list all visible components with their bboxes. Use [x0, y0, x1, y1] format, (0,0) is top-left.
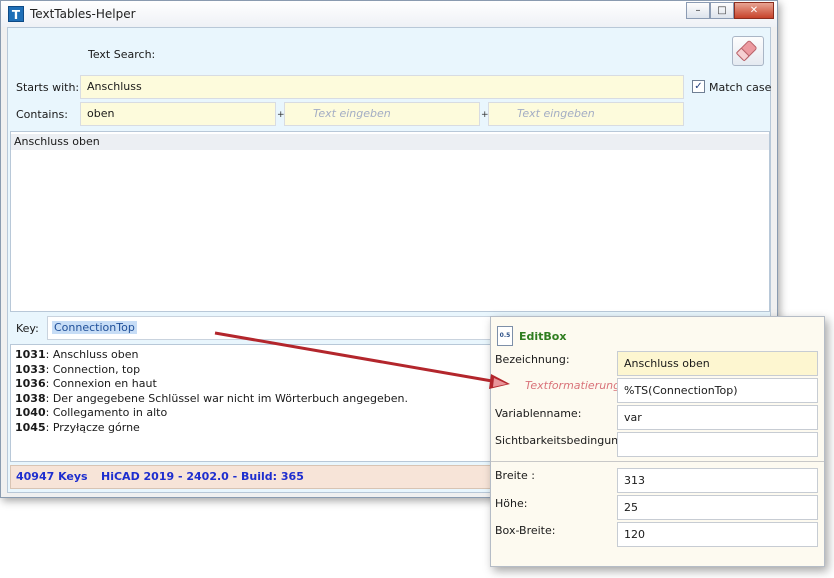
annotation-arrow: [214, 331, 510, 389]
